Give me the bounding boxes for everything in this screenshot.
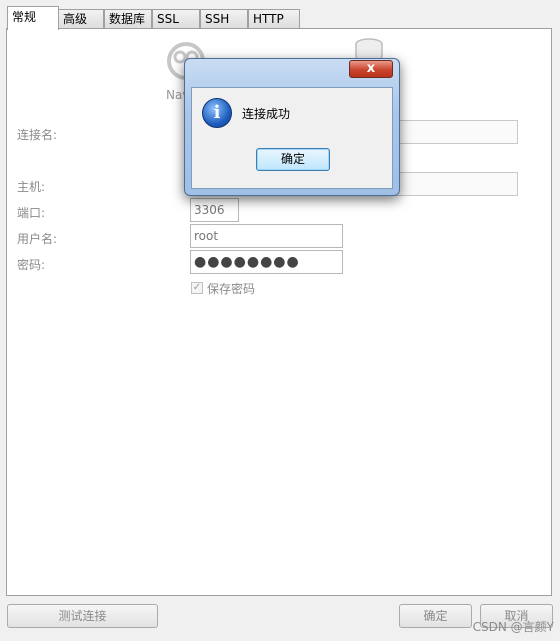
tab-ssl[interactable]: SSL: [152, 9, 200, 29]
port-field[interactable]: 3306: [190, 198, 239, 222]
password-field[interactable]: ●●●●●●●●: [190, 250, 343, 274]
info-icon: i: [202, 98, 232, 128]
tab-ssh[interactable]: SSH: [200, 9, 248, 29]
port-label: 端口:: [17, 206, 46, 220]
tab-databases[interactable]: 数据库: [104, 9, 152, 29]
ok-button[interactable]: 确定: [399, 604, 472, 628]
password-label: 密码:: [17, 258, 46, 272]
connection-name-label: 连接名:: [17, 128, 58, 142]
save-password-checkbox[interactable]: ✓: [191, 282, 203, 294]
host-label: 主机:: [17, 180, 46, 194]
tab-http[interactable]: HTTP: [248, 9, 300, 29]
success-dialog: x i 连接成功 确定: [184, 58, 400, 196]
username-label: 用户名:: [17, 232, 58, 246]
close-icon: x: [366, 61, 376, 76]
dialog-ok-button[interactable]: 确定: [256, 148, 330, 171]
tab-general[interactable]: 常规: [7, 6, 59, 30]
username-field[interactable]: root: [190, 224, 343, 248]
test-connection-button[interactable]: 测试连接: [7, 604, 158, 628]
dialog-close-button[interactable]: x: [349, 60, 393, 78]
save-password-label: 保存密码: [207, 282, 256, 296]
dialog-message: 连接成功: [242, 107, 291, 121]
dialog-body: i 连接成功 确定: [191, 87, 393, 189]
watermark: CSDN @言颜Y: [472, 620, 554, 634]
tab-advanced[interactable]: 高级: [58, 9, 104, 29]
